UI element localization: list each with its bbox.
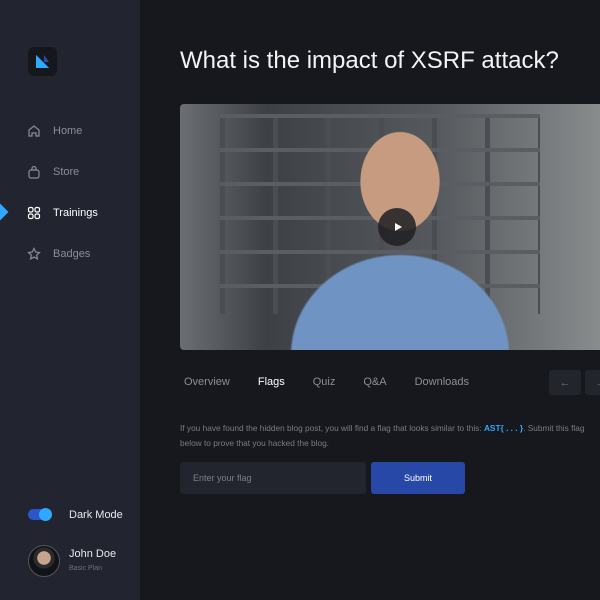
- arrow-right-icon: →: [596, 377, 600, 389]
- sidebar-item-label: Home: [53, 125, 83, 137]
- logo-icon: [36, 55, 49, 68]
- tab-overview[interactable]: Overview: [184, 376, 230, 388]
- bag-icon: [28, 165, 40, 179]
- sidebar-item-label: Badges: [53, 248, 91, 260]
- star-icon: [27, 247, 41, 261]
- avatar[interactable]: [28, 545, 60, 577]
- flag-example: AST{ . . . }: [483, 423, 524, 433]
- arrow-left-icon: ←: [559, 376, 571, 389]
- submit-button[interactable]: Submit: [371, 462, 465, 494]
- flag-input[interactable]: [180, 462, 366, 494]
- sidebar-item-store[interactable]: Store: [27, 165, 79, 179]
- sidebar-item-trainings[interactable]: Trainings: [27, 206, 98, 220]
- video-player[interactable]: [180, 104, 600, 350]
- active-indicator: [0, 203, 9, 221]
- desc-text: If you have found the hidden blog post, …: [180, 423, 484, 433]
- sidebar-item-home[interactable]: Home: [27, 124, 82, 138]
- user-name: John Doe: [69, 548, 117, 560]
- tab-qa[interactable]: Q&A: [363, 376, 386, 388]
- sidebar-item-label: Trainings: [53, 207, 98, 219]
- next-button[interactable]: →: [585, 370, 600, 395]
- dark-mode-label: Dark Mode: [69, 509, 123, 521]
- tabs: Overview Flags Quiz Q&A Downloads: [184, 376, 469, 388]
- tab-downloads[interactable]: Downloads: [415, 376, 469, 388]
- home-icon: [28, 125, 40, 137]
- tab-flags[interactable]: Flags: [258, 376, 285, 388]
- grid-icon: [27, 206, 41, 220]
- app-logo[interactable]: [28, 47, 57, 76]
- page-title: What is the impact of XSRF attack?: [180, 47, 559, 74]
- dark-mode-toggle[interactable]: [28, 508, 52, 521]
- play-button[interactable]: [378, 208, 416, 246]
- sidebar-item-label: Store: [53, 166, 80, 178]
- user-plan: Basic Plan: [69, 565, 103, 572]
- tab-quiz[interactable]: Quiz: [313, 376, 336, 388]
- sidebar: Home Store Trainings Badges Dark Mode Jo…: [0, 0, 140, 600]
- flag-instructions: If you have found the hidden blog post, …: [180, 421, 600, 451]
- prev-button[interactable]: ←: [549, 370, 581, 395]
- sidebar-item-badges[interactable]: Badges: [27, 247, 90, 261]
